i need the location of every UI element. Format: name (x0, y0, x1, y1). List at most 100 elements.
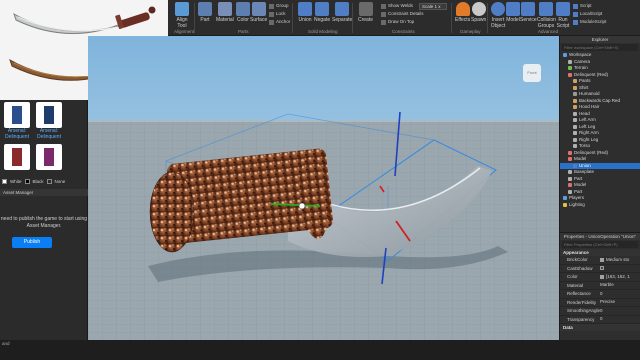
publish-button[interactable]: Publish (12, 237, 52, 248)
explorer-filter-input[interactable]: Filter workspace (Ctrl+Shift+X) (562, 44, 638, 51)
property-name: RenderFidelity (567, 299, 597, 305)
property-value[interactable]: Medium sto (600, 256, 640, 264)
toolbox-item[interactable] (4, 102, 30, 128)
3d-viewport[interactable]: Front (88, 36, 559, 340)
toolbox-item-label[interactable]: Arsenal: Delinquent (33, 128, 65, 140)
properties-panel: Properties - UnionOperation "Union" Filt… (559, 232, 640, 340)
group-constraints-label: Constraints (392, 29, 415, 34)
property-value[interactable]: ✓ (600, 265, 640, 273)
group-parts-label: Parts (238, 29, 249, 34)
show-welds-toggle[interactable]: Show Welds (381, 3, 413, 9)
explorer-item-icon (563, 202, 567, 207)
explorer-item-icon (573, 85, 577, 90)
toolbox-item[interactable] (36, 102, 62, 128)
toolbox-item-label[interactable]: Arsenal: Delinquent (1, 128, 33, 140)
constraint-details-toggle[interactable]: Constraint Details (381, 11, 424, 17)
explorer-item-icon (573, 137, 577, 142)
property-row[interactable]: Transparency 0 (560, 316, 640, 324)
anchor-button[interactable]: Anchor (269, 19, 290, 25)
property-value[interactable]: 0 (600, 290, 640, 298)
property-row[interactable]: Material Marble (560, 282, 640, 290)
explorer-item[interactable]: Lighting (560, 202, 640, 209)
explorer-item-label: Lighting (569, 201, 585, 207)
property-row[interactable]: CastShadow ✓ (560, 265, 640, 273)
divider (292, 3, 293, 33)
group-button[interactable]: Group (269, 3, 289, 9)
negate-icon (315, 2, 330, 16)
script-icon (573, 3, 578, 9)
checkbox-icon[interactable]: ✓ (600, 266, 604, 271)
color-swatch[interactable] (600, 257, 604, 262)
character-thumbnail (12, 106, 22, 124)
property-row[interactable]: BrickColor Medium sto (560, 256, 640, 265)
model-button[interactable]: Model (506, 2, 520, 23)
asset-manager-header: Asset Manager (0, 189, 88, 196)
run-script-icon (556, 2, 570, 16)
create-button[interactable]: Create (358, 2, 373, 23)
script-button[interactable]: Script (573, 3, 592, 9)
explorer-item-icon (568, 66, 572, 71)
properties-filter-input[interactable]: Filter Properties (Ctrl+Shift+P) (562, 241, 638, 248)
divider (451, 3, 452, 33)
separate-button[interactable]: Separate (332, 2, 352, 23)
surface-button[interactable]: Surface (250, 2, 267, 23)
toolbox-item[interactable] (36, 144, 62, 170)
toolbox-item[interactable] (4, 144, 30, 170)
group-gameplay-label: Gameplay (460, 29, 481, 34)
insert-object-icon (491, 2, 505, 16)
insert-object-button[interactable]: Insert Object (490, 2, 506, 29)
local-script-button[interactable]: LocalScript (573, 11, 602, 17)
effects-button[interactable]: Effects (455, 2, 470, 23)
weld-icon (381, 3, 386, 9)
properties-title: Properties - UnionOperation "Union" (560, 233, 640, 240)
material-button[interactable]: Material (216, 2, 234, 23)
color-swatch[interactable] (600, 274, 604, 279)
property-row[interactable]: Reflectance 0 (560, 290, 640, 299)
property-value-text: 0 (600, 290, 603, 296)
none-swatch[interactable] (46, 179, 52, 184)
property-row[interactable]: Color [163, 162, 1 (560, 273, 640, 282)
explorer-item-icon (568, 176, 572, 181)
color-button[interactable]: Color (236, 2, 250, 23)
property-value[interactable]: [163, 162, 1 (600, 273, 640, 281)
spawn-button[interactable]: Spawn (471, 2, 486, 23)
status-bar: and (0, 340, 640, 360)
draw-on-top-toggle[interactable]: Draw On Top (381, 19, 414, 25)
background-color-row: White Black None (0, 177, 88, 186)
property-value[interactable]: Precise (600, 299, 640, 307)
surface-icon (251, 2, 266, 16)
lock-button[interactable]: Lock (269, 11, 286, 17)
property-name: CastShadow (567, 265, 593, 271)
properties-list: Appearance BrickColor Medium sto CastShadow… (560, 249, 640, 331)
module-script-button[interactable]: ModuleScript (573, 19, 606, 25)
black-swatch[interactable] (24, 179, 30, 184)
explorer-item-icon (573, 131, 577, 136)
property-value[interactable]: 0 (600, 307, 640, 315)
property-value[interactable]: Marble (600, 282, 640, 290)
property-name: BrickColor (567, 257, 588, 262)
explorer-item-icon (568, 189, 572, 194)
scale-field[interactable]: Scale 1 x (419, 3, 447, 10)
properties-section-header[interactable]: Data (560, 324, 640, 331)
property-value-text: [163, 162, 1 (606, 273, 630, 279)
property-name: Material (567, 282, 584, 288)
property-value-text: 0 (600, 316, 603, 321)
union-button[interactable]: Union (298, 2, 312, 23)
explorer-item-icon (573, 79, 577, 84)
white-swatch[interactable] (2, 179, 7, 184)
align-tool-button[interactable]: Align Tool (174, 2, 190, 29)
explorer-panel: Explorer Filter workspace (Ctrl+Shift+X)… (559, 36, 640, 232)
service-button[interactable]: Service (520, 2, 537, 23)
property-row[interactable]: SmoothingAngle 0 (560, 307, 640, 316)
properties-section-header[interactable]: Appearance (560, 249, 640, 256)
union-icon (298, 2, 312, 16)
part-button[interactable]: Part (198, 2, 212, 23)
negate-button[interactable]: Negate (314, 2, 330, 23)
collision-groups-button[interactable]: Collision Groups (537, 2, 556, 29)
property-value[interactable]: 0 (600, 316, 640, 324)
draw-on-top-icon (381, 19, 386, 25)
view-cube[interactable]: Front (523, 64, 541, 82)
explorer-item-icon (568, 170, 572, 175)
property-row[interactable]: RenderFidelity Precise (560, 299, 640, 307)
run-script-button[interactable]: Run Script (556, 2, 570, 29)
